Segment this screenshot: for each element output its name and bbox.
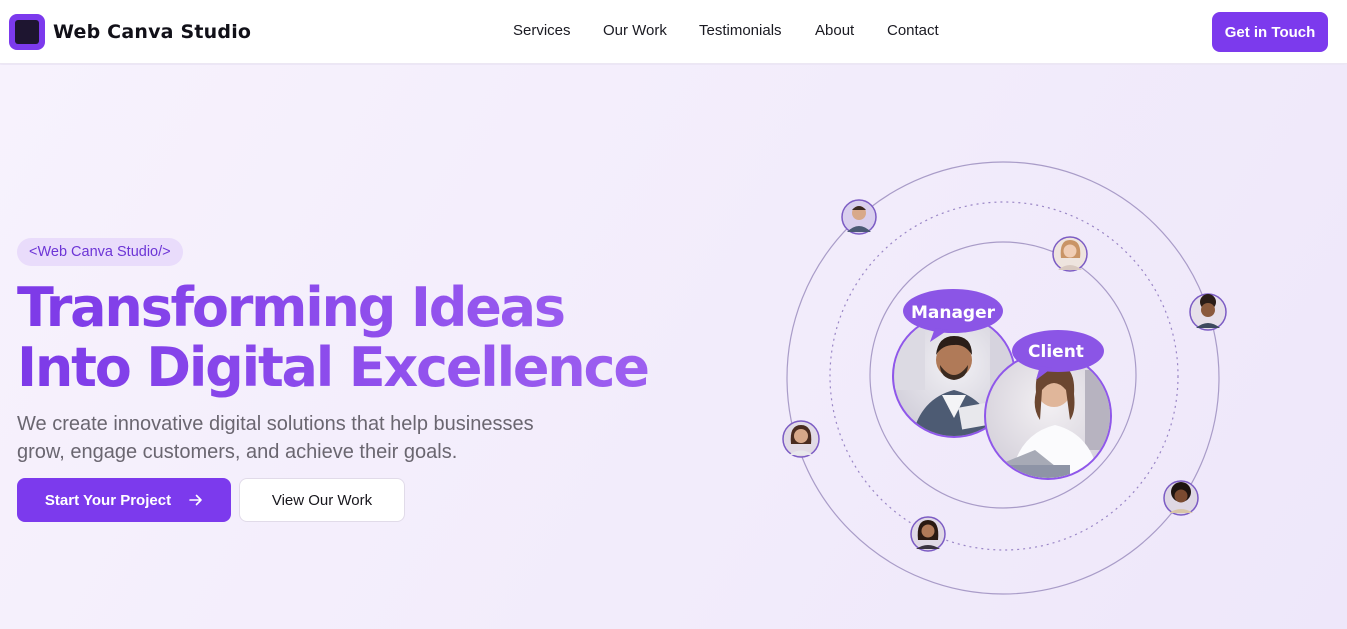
start-project-button[interactable]: Start Your Project bbox=[17, 478, 231, 522]
get-in-touch-button[interactable]: Get in Touch bbox=[1212, 12, 1328, 52]
view-work-button[interactable]: View Our Work bbox=[239, 478, 405, 522]
orbit-avatar bbox=[1052, 236, 1088, 272]
hero-headline: Transforming Ideas Into Digital Excellen… bbox=[17, 278, 650, 399]
nav-services[interactable]: Services bbox=[513, 22, 571, 39]
main-nav: Services Our Work Testimonials About Con… bbox=[0, 22, 1347, 42]
subtext-line-2: grow, engage customers, and achieve thei… bbox=[17, 441, 458, 463]
client-photo bbox=[984, 352, 1112, 480]
arrow-right-icon bbox=[189, 494, 202, 506]
hero-badge: <Web Canva Studio/> bbox=[17, 238, 183, 266]
headline-line-1: Transforming Ideas bbox=[17, 278, 648, 338]
manager-label: Manager bbox=[911, 303, 996, 323]
subtext-line-1: We create innovative digital solutions t… bbox=[17, 413, 534, 435]
nav-contact[interactable]: Contact bbox=[887, 22, 939, 39]
client-label: Client bbox=[1028, 342, 1084, 362]
nav-our-work[interactable]: Our Work bbox=[603, 22, 667, 39]
orbit-illustration: Manager Client bbox=[782, 161, 1227, 595]
nav-about[interactable]: About bbox=[815, 22, 854, 39]
orbit-avatar bbox=[841, 199, 877, 235]
orbit-avatar bbox=[1189, 293, 1227, 331]
orbit-avatar bbox=[1163, 480, 1199, 516]
hero-subtext: We create innovative digital solutions t… bbox=[17, 410, 617, 466]
start-project-label: Start Your Project bbox=[44, 491, 172, 509]
nav-testimonials[interactable]: Testimonials bbox=[699, 22, 782, 39]
headline-line-2: Into Digital Excellence bbox=[17, 336, 650, 399]
orbit-avatar bbox=[910, 516, 946, 552]
site-header: Web Canva Studio Services Our Work Testi… bbox=[0, 0, 1347, 64]
orbit-avatar bbox=[782, 420, 820, 458]
